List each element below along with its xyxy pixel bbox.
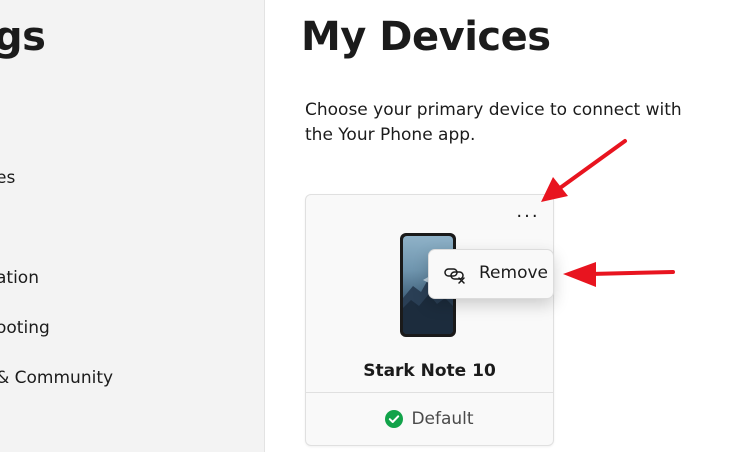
device-name: Stark Note 10 xyxy=(363,361,496,381)
remove-menu-item[interactable]: Remove xyxy=(434,255,548,293)
settings-title: gs xyxy=(0,14,46,60)
context-menu: Remove xyxy=(428,249,554,299)
page-title: My Devices xyxy=(301,14,551,60)
page-description: Choose your primary device to connect wi… xyxy=(305,100,682,145)
sidebar-item-devices[interactable]: es xyxy=(0,168,15,188)
remove-label: Remove xyxy=(479,263,548,283)
check-circle-icon xyxy=(385,410,404,428)
status-label: Default xyxy=(411,409,474,429)
unlink-icon xyxy=(444,268,465,284)
main-content: My Devices Choose your primary device to… xyxy=(265,0,730,452)
settings-sidebar: gs es ation ooting & Community xyxy=(0,0,265,452)
sidebar-item-personalization[interactable]: ation xyxy=(0,268,39,288)
more-options-button[interactable]: ··· xyxy=(513,207,543,227)
device-status: Default xyxy=(306,392,553,445)
sidebar-item-troubleshooting[interactable]: ooting xyxy=(0,318,50,338)
sidebar-item-feedback-community[interactable]: & Community xyxy=(0,368,113,388)
device-card[interactable]: ··· Stark Note 10 Default xyxy=(305,194,554,446)
